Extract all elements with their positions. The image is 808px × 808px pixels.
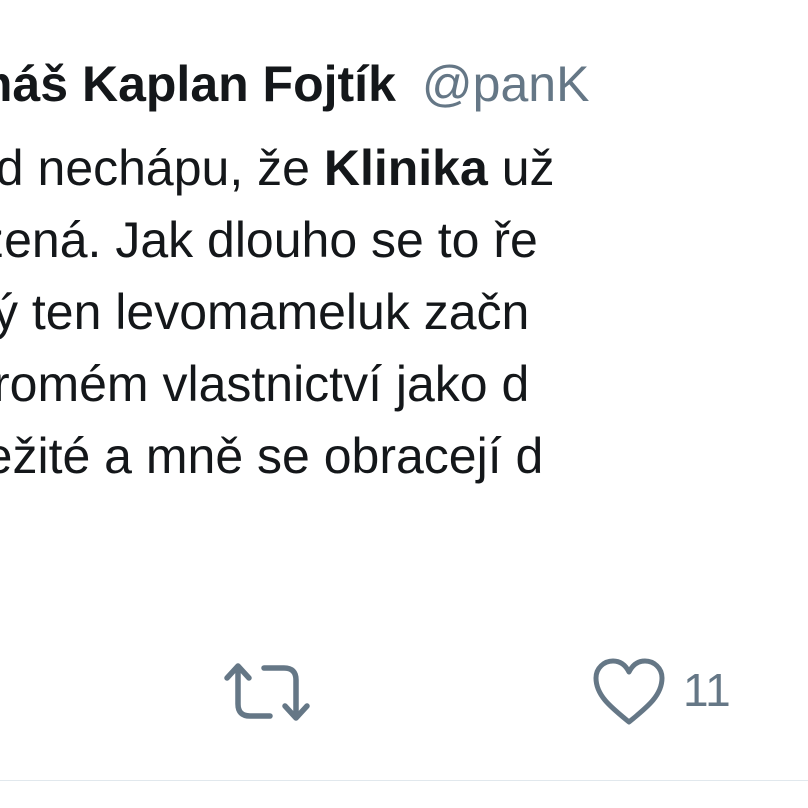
tweet-text-segment: ád nechápu, že [0, 140, 324, 196]
divider [0, 780, 808, 781]
tweet-text-line-4: kromém vlastnictví jako d [0, 356, 530, 412]
tweet-actions: 11 [0, 648, 808, 728]
like-button[interactable] [592, 658, 666, 726]
tweet-text-line-2: izená. Jak dlouho se to ře [0, 212, 538, 268]
tweet-text-line-5: řežité a mně se obracejí d [0, 428, 544, 484]
author-display-name[interactable]: máš Kaplan Fojtík [0, 56, 396, 112]
like-count: 11 [683, 664, 731, 716]
tweet-bold-word: Klinika [323, 140, 488, 196]
tweet-card: máš Kaplan Fojtík @panK ád nechápu, že Kl… [0, 0, 808, 808]
author-handle[interactable]: @panK [422, 56, 590, 112]
tweet-header: máš Kaplan Fojtík @panK [0, 48, 589, 120]
tweet-text-segment: už [487, 140, 555, 196]
retweet-button[interactable] [224, 658, 310, 726]
tweet-text-line-1: ád nechápu, že Klinika už [0, 132, 555, 204]
tweet-text-line-3: ký ten levomameluk začn [0, 284, 530, 340]
tweet-text: ád nechápu, že Klinika už izená. Jak dlo… [0, 132, 555, 492]
retweet-icon [224, 663, 310, 721]
heart-icon [593, 658, 665, 725]
